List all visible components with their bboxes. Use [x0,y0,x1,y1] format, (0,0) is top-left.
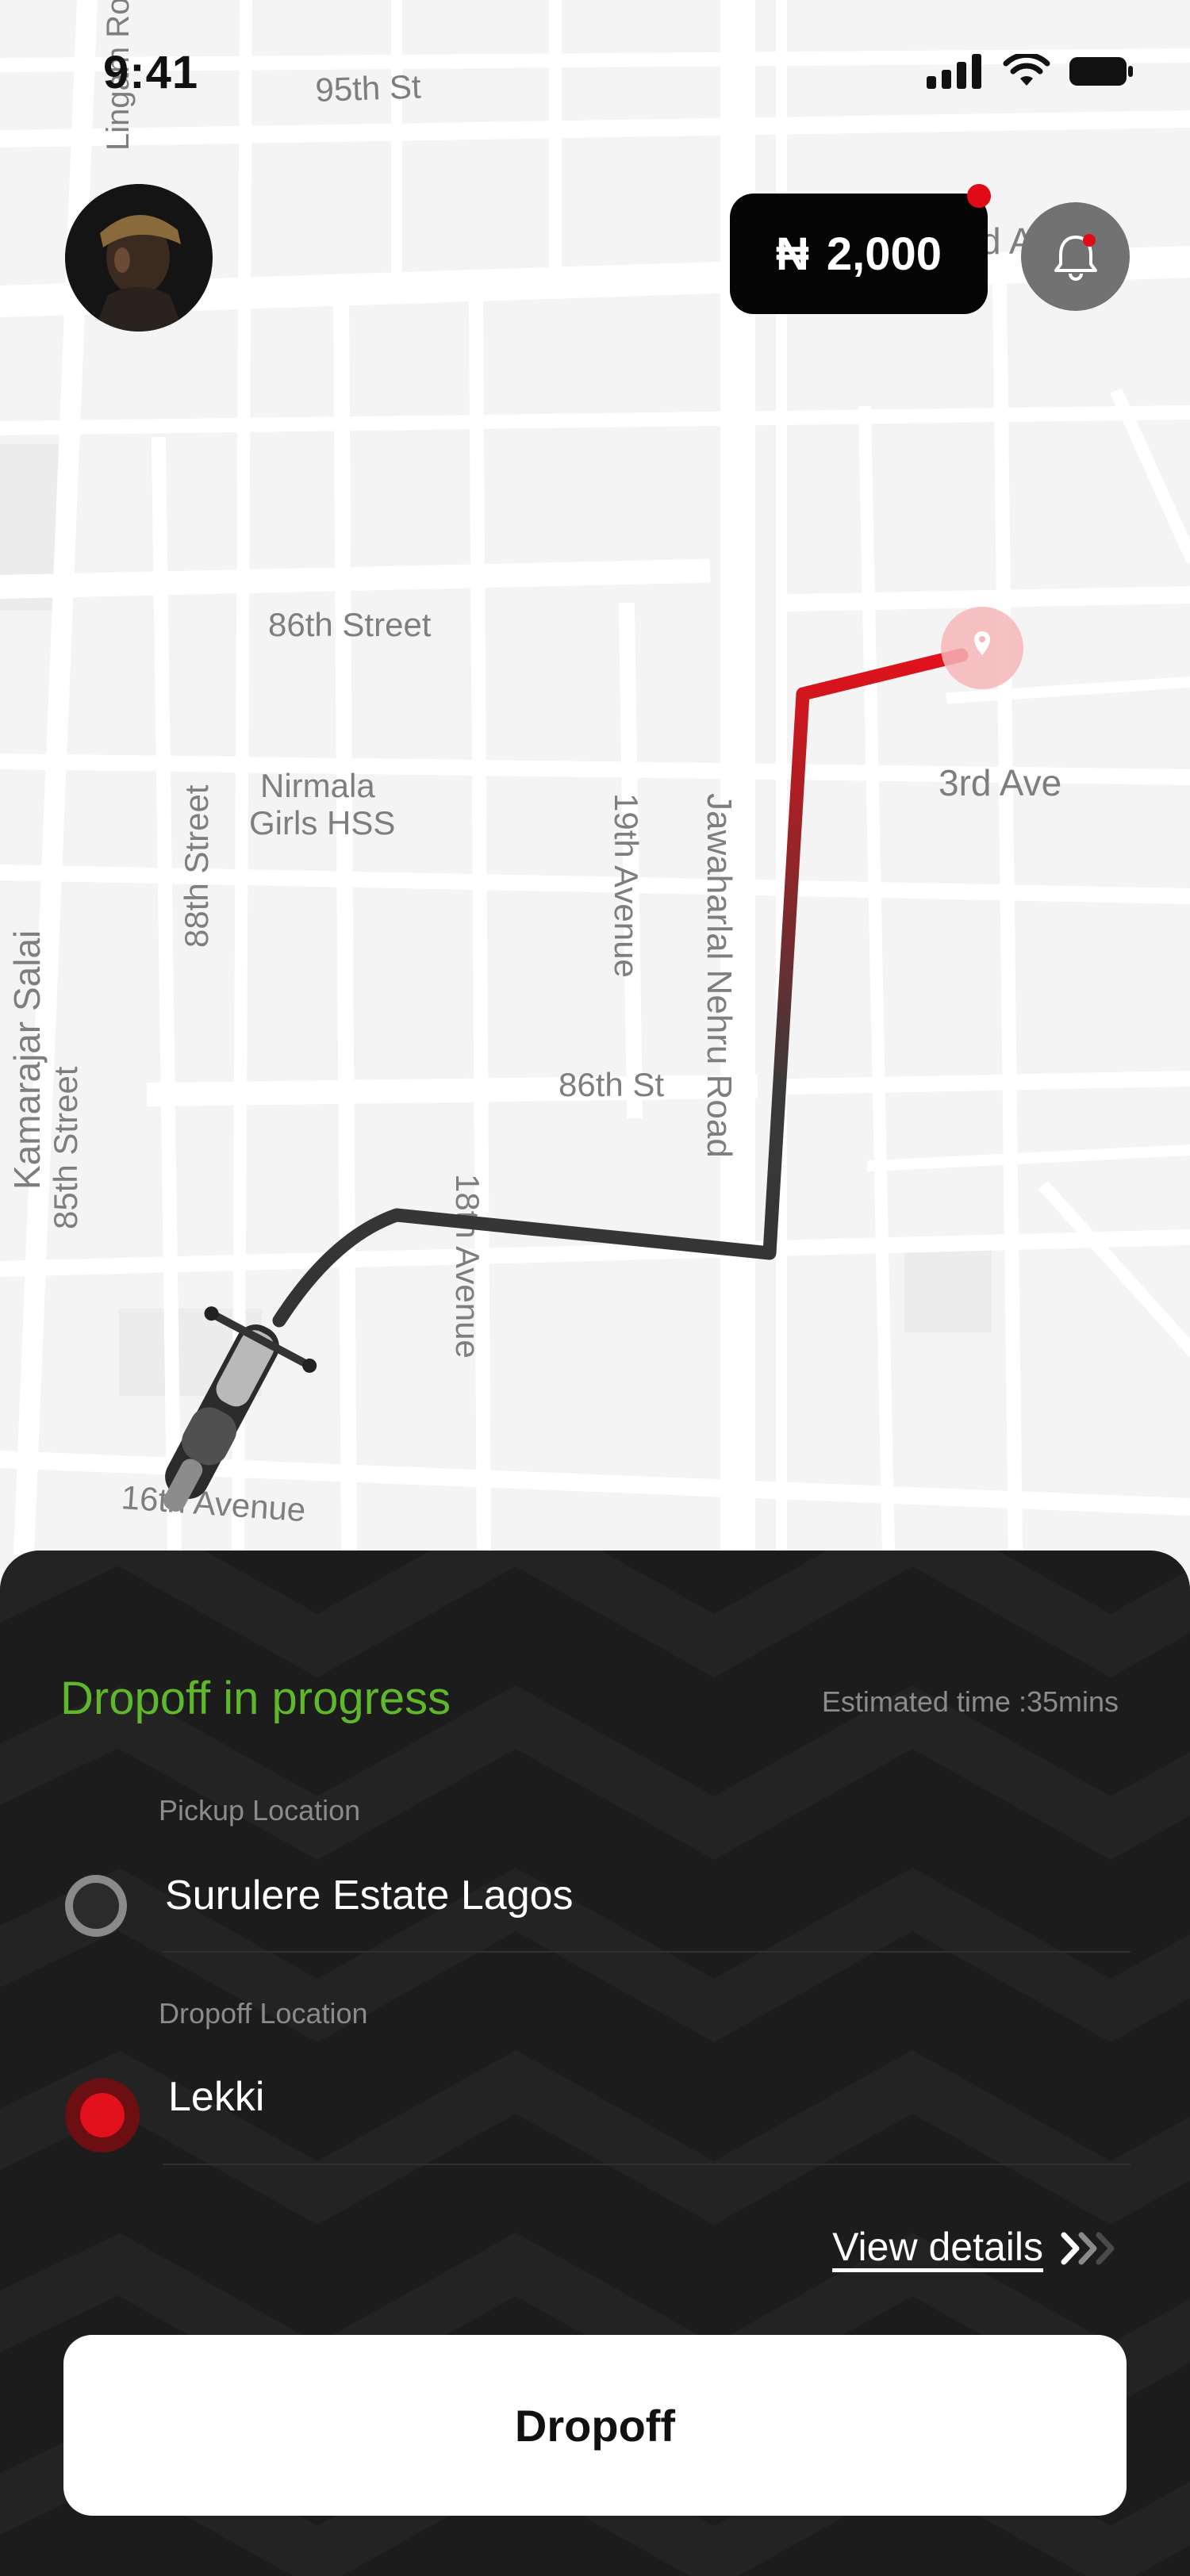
status-icons [927,54,1133,89]
wallet-balance-badge[interactable]: ₦ 2,000 [730,184,991,314]
battery-icon [1069,57,1133,86]
status-time: 9:41 [103,47,199,98]
map-label: 18th Avenue [449,1174,486,1359]
map-label: 3rd Ave [939,762,1061,803]
map-label: 88th Street [178,784,215,948]
destination-pin-icon[interactable] [941,607,1023,689]
map-label: Kamarajar Salai [6,930,48,1190]
pickup-divider [163,1951,1130,1953]
dropoff-label: Dropoff Location [159,1997,368,2030]
estimated-time: Estimated time :35mins [821,1685,1119,1718]
map-label: Girls HSS [249,804,395,841]
avatar-portrait-icon [65,184,213,332]
map-label: 95th St [315,67,422,109]
dropoff-marker-dot [80,2093,125,2137]
dropoff-marker-icon [65,2078,140,2152]
balance-alert-dot [967,184,991,208]
map-label: Jawaharlal Nehru Road [700,793,739,1158]
map-label: 19th Avenue [608,793,645,978]
dropoff-divider [163,2164,1130,2165]
dropoff-location[interactable]: Lekki [168,2073,264,2121]
trip-status-title: Dropoff in progress [60,1673,451,1724]
pickup-location[interactable]: Surulere Estate Lagos [165,1872,574,1919]
signal-icon [927,54,981,89]
map-label: 86th Street [268,606,432,643]
map-label: 86th St [559,1066,664,1103]
map-label: 85th Street [47,1066,84,1229]
dropoff-button[interactable]: Dropoff [63,2335,1127,2516]
notifications-button[interactable] [1021,202,1130,311]
currency-symbol: ₦ [775,228,809,280]
pickup-marker-icon [65,1875,127,1937]
wifi-icon [1003,54,1050,86]
map-label: Nirmala [260,767,375,804]
avatar[interactable] [65,184,213,332]
view-details-link[interactable]: View details [832,2224,1043,2270]
chevrons-right-icon[interactable] [1059,2230,1123,2267]
bell-icon [1054,233,1097,281]
pickup-label: Pickup Location [159,1794,361,1827]
balance-amount: 2,000 [826,228,942,280]
